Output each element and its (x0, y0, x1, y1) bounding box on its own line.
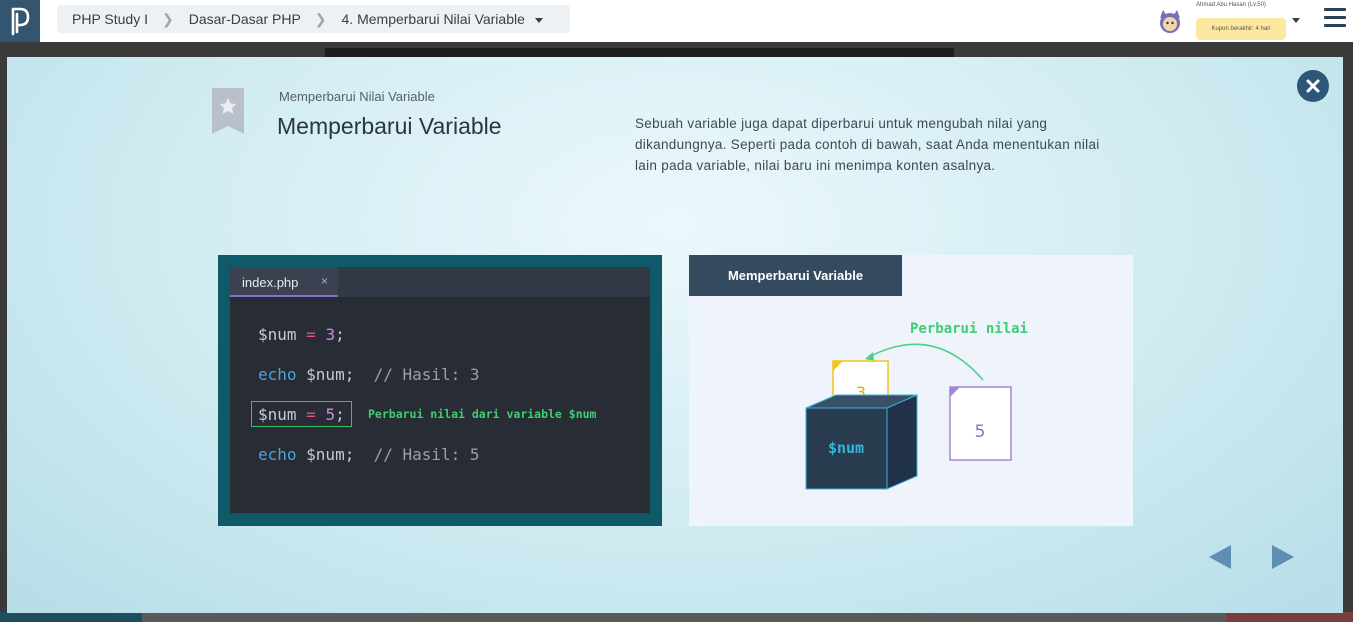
breadcrumb: PHP Study I ❯ Dasar-Dasar PHP ❯ 4. Mempe… (57, 5, 570, 33)
code-keyword: echo (258, 365, 297, 384)
background-footer-left (0, 612, 142, 622)
coupon-badge: Kupon berakhir: 4 hari (1196, 18, 1286, 40)
hamburger-menu-button[interactable] (1324, 8, 1346, 30)
breadcrumb-lesson[interactable]: 4. Memperbarui Nilai Variable (327, 11, 543, 27)
highlight-note: Perbarui nilai dari variable $num (368, 407, 597, 421)
chevron-right-icon: ❯ (314, 10, 327, 27)
code-editor: index.php × $num = 3; echo $num; // Hasi… (230, 267, 650, 513)
lesson-title: Memperbarui Variable (277, 113, 502, 139)
caret-down-icon (534, 17, 543, 23)
illustration-header: Memperbarui Variable (689, 255, 902, 296)
code-line-4: echo $num; // Hasil: 5 (258, 445, 480, 464)
new-value: 5 (975, 422, 986, 442)
top-bar: PHP Study I ❯ Dasar-Dasar PHP ❯ 4. Mempe… (0, 0, 1353, 42)
lesson-slide-modal: Memperbarui Nilai Variable Memperbarui V… (7, 57, 1343, 613)
code-example-panel: index.php × $num = 3; echo $num; // Hasi… (218, 255, 662, 526)
arrow-label: Perbarui nilai (910, 321, 1028, 337)
breadcrumb-lesson-label: 4. Memperbarui Nilai Variable (341, 11, 525, 27)
previous-slide-button[interactable] (1209, 545, 1231, 569)
box-side (886, 394, 918, 490)
code-line-3: $num = 5; (258, 405, 345, 424)
code-number: 5 (325, 405, 336, 424)
app-logo[interactable] (0, 0, 40, 42)
box-label: $num (828, 439, 864, 457)
code-line-2: echo $num; // Hasil: 3 (258, 365, 480, 384)
breadcrumb-chapter[interactable]: Dasar-Dasar PHP (174, 11, 301, 27)
chevron-right-icon: ❯ (162, 10, 174, 27)
code-variable: $num; (296, 365, 355, 384)
menu-bar (1324, 16, 1346, 19)
avatar (1160, 10, 1180, 33)
close-icon (1306, 79, 1320, 93)
code-variable: $num; (296, 445, 355, 464)
code-variable: $num (258, 325, 297, 344)
tab-index-php[interactable]: index.php × (230, 267, 338, 297)
code-variable: $num (258, 405, 297, 424)
tab-label: index.php (242, 275, 299, 290)
menu-bar (1324, 8, 1346, 11)
next-slide-button[interactable] (1272, 545, 1294, 569)
lesson-description: Sebuah variable juga dapat diperbarui un… (635, 116, 1100, 173)
bookmark-icon[interactable] (211, 88, 245, 134)
code-operator: = (296, 325, 326, 344)
lesson-subtitle: Memperbarui Nilai Variable (279, 89, 435, 104)
menu-bar (1324, 24, 1346, 27)
code-terminator: ; (335, 325, 345, 344)
code-number: 3 (325, 325, 336, 344)
code-terminator: ; (335, 405, 345, 424)
code-comment: // Hasil: 5 (354, 445, 480, 464)
code-line-1: $num = 3; (258, 325, 345, 344)
code-keyword: echo (258, 445, 297, 464)
user-name: Ahmad Abu Hasan (Lv.50) (1196, 2, 1266, 8)
illustration-panel: Perbarui nilai 3 $num 5 Memperbarui Vari… (689, 255, 1133, 526)
editor-tab-bar: index.php × (230, 267, 650, 297)
background-footer (0, 612, 1353, 622)
code-comment: // Hasil: 3 (354, 365, 480, 384)
breadcrumb-course[interactable]: PHP Study I (57, 11, 148, 27)
arrow-head-icon (865, 352, 874, 361)
background-footer-right (1226, 612, 1353, 622)
tab-close-icon[interactable]: × (321, 274, 328, 288)
code-operator: = (296, 405, 326, 424)
logo-icon (11, 7, 30, 36)
caret-down-icon (1292, 18, 1300, 23)
close-button[interactable] (1297, 70, 1329, 102)
